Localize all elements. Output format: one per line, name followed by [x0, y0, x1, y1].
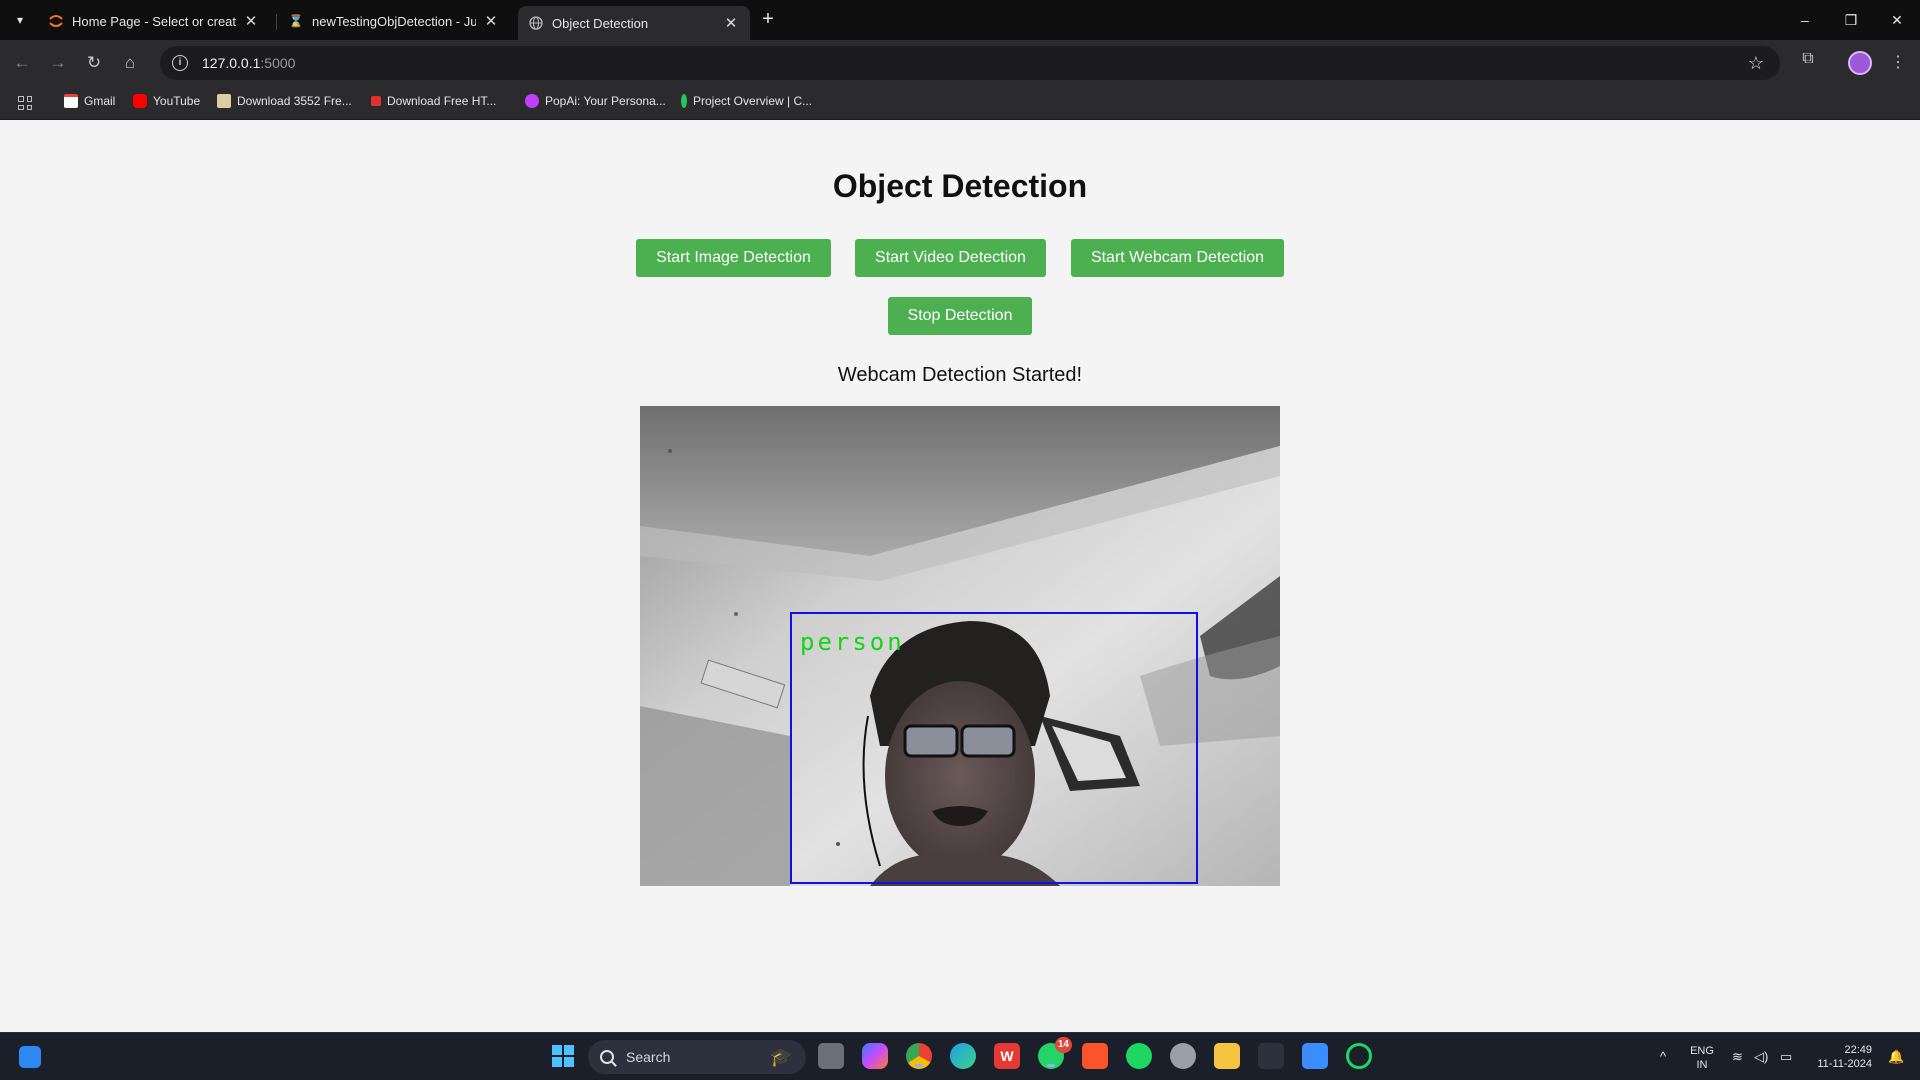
bookmark-label: Gmail	[84, 94, 116, 108]
webcam-feed: person	[640, 406, 1280, 886]
brave-icon[interactable]	[1082, 1043, 1108, 1069]
chrome-icon[interactable]	[906, 1043, 932, 1069]
page-content: Object Detection Start Image Detection S…	[0, 120, 1920, 1032]
tab-jupyter-home[interactable]: Home Page - Select or create a ✕	[38, 6, 270, 36]
youtube-icon	[133, 94, 147, 108]
microsoft-store-icon[interactable]	[1302, 1043, 1328, 1069]
clock[interactable]: 22:49 11-11-2024	[1808, 1043, 1872, 1071]
running-indicator	[915, 1064, 923, 1067]
tab-jupyter-notebook[interactable]: ⌛ newTestingObjDetection - Jupy ✕	[278, 6, 510, 36]
new-tab-plus-icon[interactable]: +	[756, 8, 780, 32]
tab-object-detection[interactable]: Object Detection ✕	[518, 6, 750, 40]
start-webcam-detection-button[interactable]: Start Webcam Detection	[1071, 239, 1284, 277]
bookmark-youtube[interactable]: YouTube	[133, 94, 200, 108]
windows-taskbar: Search 🎓 W 14 ^ ENG IN ≋ ◁) ▭ 22:49 11-1…	[0, 1032, 1920, 1080]
bookmark-download-3552[interactable]: Download 3552 Fre...	[217, 94, 352, 108]
url-host: 127.0.0.1	[202, 55, 261, 71]
close-icon[interactable]: ✕	[242, 12, 260, 30]
close-icon[interactable]: ✕	[482, 12, 500, 30]
language-line-1: ENG	[1690, 1045, 1714, 1057]
bookmark-label: YouTube	[153, 94, 201, 108]
bookmark-star-icon[interactable]: ☆	[1748, 53, 1764, 74]
bookmark-download-free-html[interactable]: Download Free HT...	[371, 94, 496, 108]
tab-divider	[276, 14, 277, 30]
start-image-detection-button[interactable]: Start Image Detection	[636, 239, 831, 277]
chevron-up-icon[interactable]: ^	[1660, 1049, 1666, 1064]
forward-arrow-icon[interactable]: →	[46, 51, 70, 75]
language-line-2: IN	[1696, 1059, 1708, 1071]
clock-date: 11-11-2024	[1817, 1058, 1872, 1070]
home-icon[interactable]: ⌂	[118, 51, 142, 75]
tab-title: newTestingObjDetection - Jupy	[312, 13, 476, 29]
image-icon	[217, 94, 231, 108]
restore-icon[interactable]: ❐	[1836, 8, 1866, 32]
back-arrow-icon[interactable]: ←	[10, 51, 34, 75]
windows-start-icon[interactable]	[550, 1043, 576, 1069]
browser-toolbar: ← → ↻ ⌂ i 127.0.0.1:5000 ☆	[0, 40, 1920, 86]
close-icon[interactable]: ✕	[722, 14, 740, 32]
browser-menu-icon[interactable]: ⋮	[1890, 52, 1906, 72]
whatsapp-badge: 14	[1054, 1037, 1072, 1053]
tab-title: Home Page - Select or create a	[72, 13, 236, 29]
gmail-icon	[64, 94, 78, 108]
bookmarks-bar: Gmail YouTube Download 3552 Fre... Downl…	[0, 86, 1920, 120]
bookmark-label: PopAi: Your Persona...	[545, 94, 666, 108]
extensions-puzzle-icon[interactable]: ⧉	[1796, 50, 1820, 74]
edge-icon[interactable]	[950, 1043, 976, 1069]
bookmark-project-overview[interactable]: Project Overview | C...	[681, 94, 812, 108]
database-icon[interactable]	[1170, 1043, 1196, 1069]
site-info-icon[interactable]: i	[172, 55, 188, 71]
apps-grid-icon[interactable]	[18, 96, 32, 110]
minimize-icon[interactable]: –	[1790, 8, 1820, 32]
window-close-icon[interactable]: ✕	[1882, 8, 1912, 32]
battery-icon[interactable]: ▭	[1780, 1049, 1792, 1065]
search-placeholder: Search	[626, 1049, 671, 1065]
wifi-icon[interactable]: ≋	[1732, 1049, 1743, 1065]
popai-icon	[525, 94, 539, 108]
copilot-icon[interactable]	[862, 1043, 888, 1069]
stop-detection-button[interactable]: Stop Detection	[888, 297, 1032, 335]
bookmark-popai[interactable]: PopAi: Your Persona...	[525, 94, 666, 108]
bookmark-label: Download 3552 Fre...	[237, 94, 352, 108]
clock-time: 22:49	[1844, 1044, 1872, 1056]
notification-bell-icon[interactable]: 🔔	[1888, 1049, 1904, 1065]
url-port: :5000	[260, 55, 296, 71]
file-explorer-icon[interactable]	[1214, 1043, 1240, 1069]
globe-icon	[528, 15, 544, 31]
bookmark-label: Project Overview | C...	[693, 94, 813, 108]
page-title: Object Detection	[832, 168, 1088, 204]
search-icon	[600, 1050, 614, 1064]
running-indicator	[1047, 1064, 1055, 1067]
terminal-icon[interactable]	[1258, 1043, 1284, 1069]
bookmark-label: Download Free HT...	[387, 94, 497, 108]
browser-tab-strip: ▾ Home Page - Select or create a ✕ ⌛ new…	[0, 0, 1920, 40]
grid-logo-icon	[371, 96, 381, 106]
reload-icon[interactable]: ↻	[82, 51, 106, 75]
hourglass-icon: ⌛	[288, 14, 304, 28]
detection-bounding-box: person	[790, 612, 1198, 884]
status-message: Webcam Detection Started!	[837, 364, 1083, 386]
taskbar-search-box[interactable]: Search 🎓	[588, 1040, 806, 1074]
profile-avatar[interactable]	[1848, 51, 1872, 75]
volume-icon[interactable]: ◁)	[1754, 1049, 1768, 1065]
whatsapp-icon[interactable]: 14	[1038, 1037, 1072, 1069]
detection-label: person	[800, 628, 905, 656]
language-indicator[interactable]: ENG IN	[1688, 1044, 1716, 1072]
address-bar[interactable]: i 127.0.0.1:5000 ☆	[160, 46, 1780, 80]
start-video-detection-button[interactable]: Start Video Detection	[855, 239, 1046, 277]
tab-search-chevron-icon[interactable]: ▾	[8, 8, 32, 32]
wps-office-icon[interactable]: W	[994, 1043, 1020, 1069]
task-view-icon[interactable]	[818, 1043, 844, 1069]
jupyter-icon	[48, 13, 64, 29]
bookmark-gmail[interactable]: Gmail	[64, 94, 115, 108]
widgets-icon[interactable]	[19, 1046, 41, 1068]
graduation-cap-icon: 🎓	[769, 1046, 792, 1067]
loading-app-icon[interactable]	[1346, 1043, 1372, 1069]
spotify-icon[interactable]	[1126, 1043, 1152, 1069]
tab-title: Object Detection	[552, 15, 649, 31]
leaf-icon	[681, 94, 687, 108]
